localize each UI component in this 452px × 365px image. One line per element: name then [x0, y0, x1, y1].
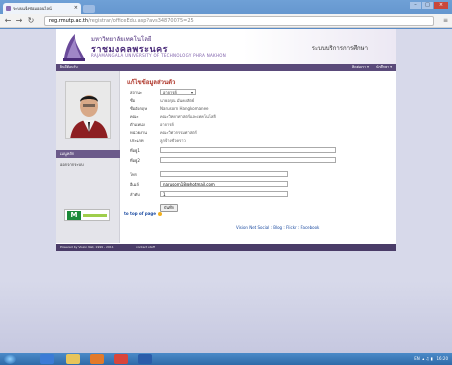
- unit-value: คณะวิศวกรรมศาสตร์: [160, 130, 197, 135]
- university-logo-icon: [63, 34, 85, 61]
- address1-label: ที่อยู่1: [130, 148, 140, 153]
- browser-tab[interactable]: ระบบแจ้งซ่อมออนไลน์ ×: [3, 3, 81, 14]
- edit-profile-form: แก้ไขข้อมูลส่วนตัว สถานะ อาจารย์ ▾ ชื่อ …: [124, 71, 396, 243]
- forward-icon[interactable]: →: [14, 16, 24, 26]
- clock[interactable]: 16:20: [436, 356, 448, 361]
- m-logo-icon: M: [67, 211, 81, 220]
- site-banner: มหาวิทยาลัยเทคโนโลยี ราชมงคลพระนคร RAJAM…: [56, 29, 396, 69]
- start-button[interactable]: [4, 354, 16, 364]
- back-icon[interactable]: ←: [3, 16, 13, 26]
- windows-taskbar: EN ▴ ♫ ▮ 16:20: [0, 353, 452, 365]
- new-tab-button[interactable]: [83, 5, 95, 13]
- explorer-taskbar-icon[interactable]: [66, 354, 80, 364]
- unit-label: หน่วยงาน: [130, 130, 147, 135]
- window-controls: – □ ×: [410, 2, 448, 9]
- address1-input[interactable]: [160, 147, 336, 153]
- position-value: อาจารย์: [160, 122, 174, 127]
- word-taskbar-icon[interactable]: [138, 354, 152, 364]
- tel-input[interactable]: [160, 171, 288, 177]
- close-window-button[interactable]: ×: [434, 2, 448, 9]
- tel-label: โทร: [130, 172, 137, 177]
- top-navbar: ยินดีต้อนรับ ติดต่อเรา ▾ นักศึกษา ▾: [56, 64, 396, 71]
- address2-input[interactable]: [160, 157, 336, 163]
- top-of-page-link[interactable]: to top of page: [124, 211, 162, 216]
- status-value: อาจารย์: [163, 90, 177, 95]
- site-footer: Powered by Vision Net, 1999 - 2011 conta…: [56, 244, 396, 251]
- name-value: นายอรุณ มั่นคงสัตย์: [160, 98, 195, 103]
- user-photo: [65, 81, 111, 139]
- tab-title: ระบบแจ้งซ่อมออนไลน์: [13, 6, 52, 11]
- eng-name-label: ชื่ออังกฤษ: [130, 106, 147, 111]
- address-bar[interactable]: reg.rmutp.ac.th/registrar/officeEdu.asp?…: [44, 16, 434, 26]
- social-links[interactable]: Vision Net Social : Blog : Flickr : Face…: [236, 225, 319, 230]
- nav-student-menu[interactable]: นักศึกษา ▾: [376, 65, 392, 69]
- eng-name-value: Narusorn Hangkomanee: [160, 106, 209, 111]
- page-viewport: มหาวิทยาลัยเทคโนโลยี ราชมงคลพระนคร RAJAM…: [0, 29, 452, 353]
- maximize-button[interactable]: □: [422, 2, 433, 9]
- language-indicator[interactable]: EN: [414, 356, 420, 361]
- name-label: ชื่อ: [130, 98, 136, 103]
- faculty-value: คณะวิทยาศาสตร์และเทคโนโลยี: [160, 114, 216, 119]
- chrome-taskbar-icon[interactable]: [114, 354, 128, 364]
- welcome-text: ยินดีต้อนรับ: [60, 65, 78, 69]
- type-value: ลูกจ้างชั่วคราว: [160, 138, 186, 143]
- browser-toolbar: ← → ↻ reg.rmutp.ac.th/registrar/officeEd…: [0, 14, 452, 28]
- url-domain: reg.rmutp.ac.th: [49, 18, 89, 24]
- sidebar-menu-header: เมนูหลัก: [56, 150, 120, 158]
- position-label: ตำแหน่ง: [130, 122, 145, 127]
- system-tray: EN ▴ ♫ ▮ 16:20: [414, 356, 448, 361]
- url-path: /registrar/officeEdu.asp?avs34870075=25: [88, 18, 194, 24]
- university-name-english: RAJAMANGALA UNIVERSITY OF TECHNOLOGY PHR…: [91, 53, 226, 58]
- site-container: มหาวิทยาลัยเทคโนโลยี ราชมงคลพระนคร RAJAM…: [56, 29, 396, 251]
- top-of-page-text: to top of page: [124, 211, 156, 216]
- partner-logo: M: [64, 209, 110, 221]
- save-button[interactable]: บันทึก: [160, 204, 178, 212]
- navbar-menu: ติดต่อเรา ▾ นักศึกษา ▾: [346, 64, 392, 71]
- faculty-label: คณะ: [130, 114, 139, 119]
- order-label: ลำดับ: [130, 192, 140, 197]
- avatar: [66, 82, 110, 138]
- logout-link[interactable]: ออกจากระบบ: [60, 161, 84, 168]
- system-title: ระบบบริการการศึกษา: [311, 45, 368, 52]
- arrow-up-icon: [158, 212, 162, 216]
- status-label: สถานะ: [130, 90, 142, 95]
- email-input[interactable]: [160, 181, 288, 187]
- address2-label: ที่อยู่2: [130, 158, 140, 163]
- type-label: ประเภท: [130, 138, 144, 143]
- minimize-button[interactable]: –: [410, 2, 421, 9]
- order-input[interactable]: [160, 191, 288, 197]
- browser-menu-icon[interactable]: ≡: [443, 17, 448, 24]
- footer-contact-link[interactable]: contact staff: [136, 244, 155, 251]
- nav-contact-menu[interactable]: ติดต่อเรา ▾: [352, 65, 369, 69]
- tab-close-icon[interactable]: ×: [74, 3, 78, 14]
- favicon-icon: [6, 6, 11, 11]
- left-sidebar: เมนูหลัก ออกจากระบบ M: [56, 71, 120, 243]
- chevron-down-icon: ▾: [190, 90, 193, 95]
- footer-copyright: Powered by Vision Net, 1999 - 2011: [60, 245, 114, 249]
- email-label: อีเมล์: [130, 182, 139, 187]
- ie-taskbar-icon[interactable]: [40, 354, 54, 364]
- page-title: แก้ไขข้อมูลส่วนตัว: [127, 79, 176, 86]
- reload-icon[interactable]: ↻: [26, 16, 36, 26]
- status-select[interactable]: อาจารย์ ▾: [160, 89, 196, 95]
- media-taskbar-icon[interactable]: [90, 354, 104, 364]
